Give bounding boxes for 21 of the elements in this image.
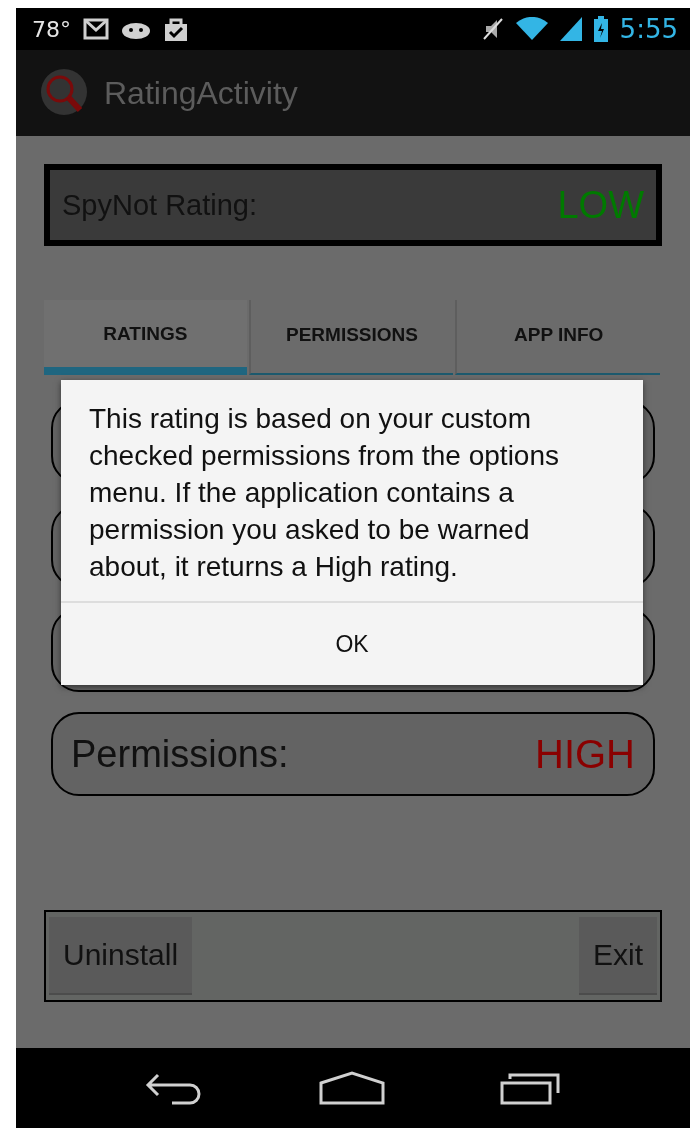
wifi-icon	[515, 17, 548, 41]
screen-title: RatingActivity	[104, 74, 298, 112]
tab[interactable]: APP INFO	[455, 300, 660, 375]
muted-speaker-icon	[481, 17, 504, 41]
tab[interactable]: PERMISSIONS	[248, 300, 454, 375]
action-button[interactable]: Exit	[579, 917, 657, 995]
ok-button[interactable]: OK	[61, 603, 643, 685]
shopping-bag-icon	[163, 16, 189, 42]
recent-apps-icon[interactable]	[500, 1071, 563, 1105]
temperature: 78°	[32, 16, 71, 42]
row-value: HIGH	[535, 731, 635, 777]
signal-icon	[559, 17, 582, 41]
dialog-message: This rating is based on your custom checked permissions from the options menu. If the application contains a permission you asked to be warned about, it returns a High rating.	[61, 380, 643, 603]
clock: 5:55	[619, 14, 678, 44]
battery-icon	[593, 16, 608, 42]
rating-value: LOW	[557, 183, 644, 227]
mail-icon	[83, 18, 109, 40]
home-icon[interactable]	[319, 1071, 385, 1105]
action-button[interactable]: Uninstall	[49, 917, 193, 995]
tab[interactable]: RATINGS	[44, 300, 247, 375]
row-label: Permissions:	[71, 732, 289, 776]
